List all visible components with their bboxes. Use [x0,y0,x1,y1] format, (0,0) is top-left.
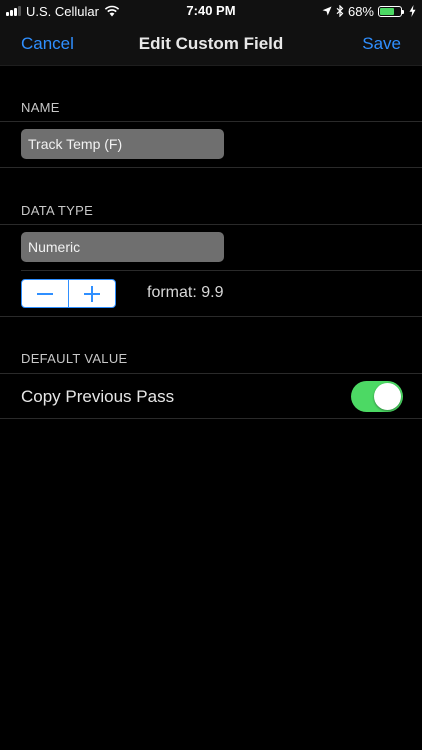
format-label: format: 9.9 [147,284,224,301]
decrement-button[interactable] [22,280,68,307]
data-type-section-header: DATA TYPE [21,203,94,218]
battery-fill [380,7,394,15]
divider [21,270,422,271]
nav-bar: Cancel Edit Custom Field Save [0,22,422,66]
format-stepper[interactable] [21,279,116,308]
status-bar: U.S. Cellular 7:40 PM 68% [0,0,422,22]
location-arrow-icon [322,6,332,16]
divider [0,167,422,168]
divider [0,121,422,122]
copy-previous-pass-label: Copy Previous Pass [21,387,175,406]
divider [0,316,422,317]
copy-previous-pass-toggle[interactable] [351,381,403,412]
toggle-knob [374,383,401,410]
divider [0,373,422,374]
page-title: Edit Custom Field [138,34,284,53]
battery-percent: 68% [347,3,374,19]
increment-button[interactable] [68,280,115,307]
status-right: 68% [322,3,416,19]
minus-icon [37,292,53,295]
name-field[interactable]: Track Temp (F) [21,129,224,159]
data-type-field[interactable]: Numeric [21,232,224,262]
divider [0,418,422,419]
charging-bolt-icon [409,5,416,17]
plus-icon [84,285,100,302]
battery-icon [378,5,404,17]
name-section-header: NAME [21,100,60,115]
bluetooth-icon [336,5,344,17]
save-button[interactable]: Save [362,34,401,54]
default-value-section-header: DEFAULT VALUE [21,351,128,366]
divider [0,224,422,225]
